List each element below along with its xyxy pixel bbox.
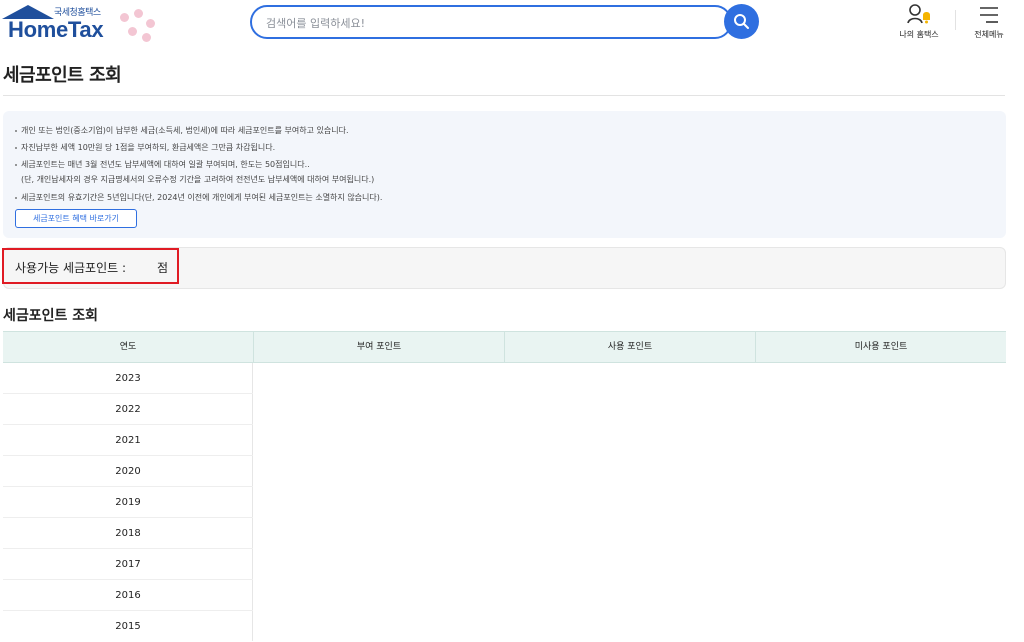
points-table-header: 연도 부여 포인트 사용 포인트 미사용 포인트: [3, 331, 1006, 363]
all-menu-label: 전체메뉴: [974, 30, 1004, 39]
table-row-year: 2016: [3, 580, 253, 611]
search-bar[interactable]: 검색어를 입력하세요!: [250, 5, 732, 39]
hamburger-icon: [980, 7, 998, 23]
title-divider: [3, 95, 1005, 96]
bullet-icon: [15, 196, 17, 199]
table-row-year: 2017: [3, 549, 253, 580]
info-line-text: 세금포인트의 유효기간은 5년입니다(단, 2024년 이전에 개인에게 부여된…: [21, 193, 383, 202]
section-title: 세금포인트 조회: [3, 308, 99, 324]
info-line: 개인 또는 법인(중소기업)이 납부한 세금(소득세, 법인세)에 따라 세금포…: [15, 125, 349, 136]
my-hometax-button[interactable]: 나의 홈택스: [891, 3, 947, 43]
info-line: 자진납부한 세액 10만원 당 1점을 부여하되, 환급세액은 그만큼 차감됩니…: [15, 142, 275, 153]
info-line-text: 세금포인트는 매년 3월 전년도 납부세액에 대하여 일괄 부여되며, 한도는 …: [21, 160, 310, 169]
info-line-note: (단, 개인납세자의 경우 지급명세서의 오류수정 기간을 고려하여 전전년도 …: [21, 175, 375, 184]
info-line-text: 자진납부한 세액 10만원 당 1점을 부여하되, 환급세액은 그만큼 차감됩니…: [21, 143, 276, 152]
info-line: 세금포인트의 유효기간은 5년입니다(단, 2024년 이전에 개인에게 부여된…: [15, 192, 382, 203]
search-button[interactable]: [724, 4, 759, 39]
my-hometax-label: 나의 홈택스: [899, 30, 939, 39]
bullet-icon: [15, 129, 17, 132]
table-row-year: 2020: [3, 456, 253, 487]
column-header-granted: 부여 포인트: [253, 332, 504, 362]
available-points-unit: 점: [157, 261, 169, 275]
table-row-year: 2023: [3, 363, 253, 394]
header-divider: [955, 10, 956, 30]
blossom-decoration: [112, 9, 162, 45]
user-bell-icon: [907, 4, 930, 24]
table-row-year: 2019: [3, 487, 253, 518]
bullet-icon: [15, 146, 17, 149]
bullet-icon: [15, 163, 17, 166]
top-header: 국세청홈택스 HomeTax 검색어를 입력하세요! 나의 홈택스 전체메뉴: [0, 0, 1024, 48]
table-row-year: 2022: [3, 394, 253, 425]
tax-point-benefit-button[interactable]: 세금포인트 혜택 바로가기: [15, 209, 137, 228]
logo-wordmark: HomeTax: [8, 17, 104, 42]
table-row-year: 2018: [3, 518, 253, 549]
search-icon: [734, 14, 749, 29]
column-header-year: 연도: [119, 342, 137, 352]
table-row-year: 2015: [115, 621, 141, 632]
table-row-year: 2021: [3, 425, 253, 456]
available-points-label: 사용가능 세금포인트 :: [15, 261, 127, 275]
year-column: 2023 2022 2021 2020 2019 2018 2017 2016 …: [3, 363, 253, 641]
hometax-logo[interactable]: 국세청홈택스 HomeTax: [2, 3, 162, 45]
info-line-text: 개인 또는 법인(중소기업)이 납부한 세금(소득세, 법인세)에 따라 세금포…: [21, 126, 349, 135]
page-title: 세금포인트 조회: [3, 65, 122, 86]
all-menu-button[interactable]: 전체메뉴: [961, 3, 1017, 43]
column-header-unused: 미사용 포인트: [755, 332, 1006, 362]
info-line: 세금포인트는 매년 3월 전년도 납부세액에 대하여 일괄 부여되며, 한도는 …: [15, 159, 310, 170]
search-input[interactable]: 검색어를 입력하세요!: [266, 15, 365, 31]
column-header-used: 사용 포인트: [504, 332, 755, 362]
